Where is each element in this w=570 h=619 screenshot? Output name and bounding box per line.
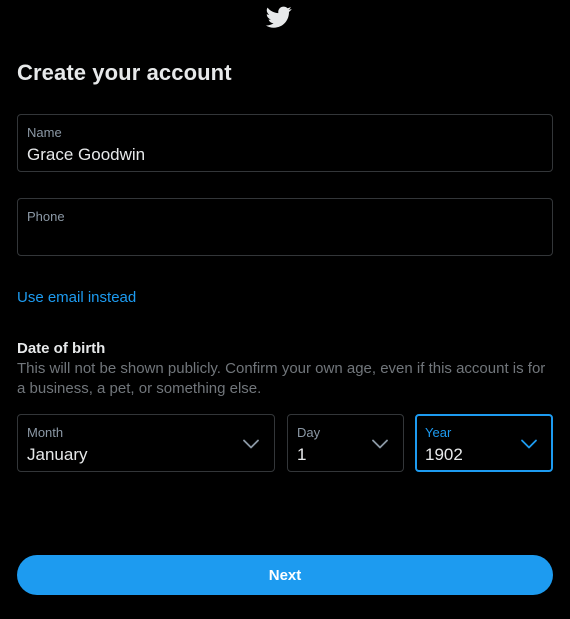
- name-input[interactable]: Grace Goodwin: [27, 145, 145, 165]
- month-value: January: [27, 445, 88, 464]
- next-button[interactable]: Next: [17, 555, 553, 595]
- day-label: Day: [297, 425, 321, 440]
- chevron-down-icon: [520, 435, 538, 453]
- year-select[interactable]: Year 1902: [415, 414, 553, 472]
- name-field-label: Name: [27, 125, 62, 140]
- chevron-down-icon: [242, 435, 260, 453]
- dob-description: This will not be shown publicly. Confirm…: [17, 360, 546, 397]
- day-value: 1: [297, 445, 307, 464]
- name-field[interactable]: Name Grace Goodwin: [17, 114, 553, 172]
- twitter-bird-icon: [264, 4, 294, 30]
- day-select[interactable]: Day 1: [287, 414, 404, 472]
- dob-title: Date of birth: [17, 340, 106, 357]
- month-select[interactable]: Month January: [17, 414, 275, 472]
- page-title: Create your account: [17, 60, 232, 85]
- use-email-link[interactable]: Use email instead: [17, 289, 136, 306]
- month-label: Month: [27, 425, 64, 440]
- year-label: Year: [425, 425, 452, 440]
- year-value: 1902: [425, 445, 463, 464]
- phone-field[interactable]: Phone: [17, 198, 553, 256]
- chevron-down-icon: [371, 435, 389, 453]
- phone-field-label: Phone: [27, 209, 65, 224]
